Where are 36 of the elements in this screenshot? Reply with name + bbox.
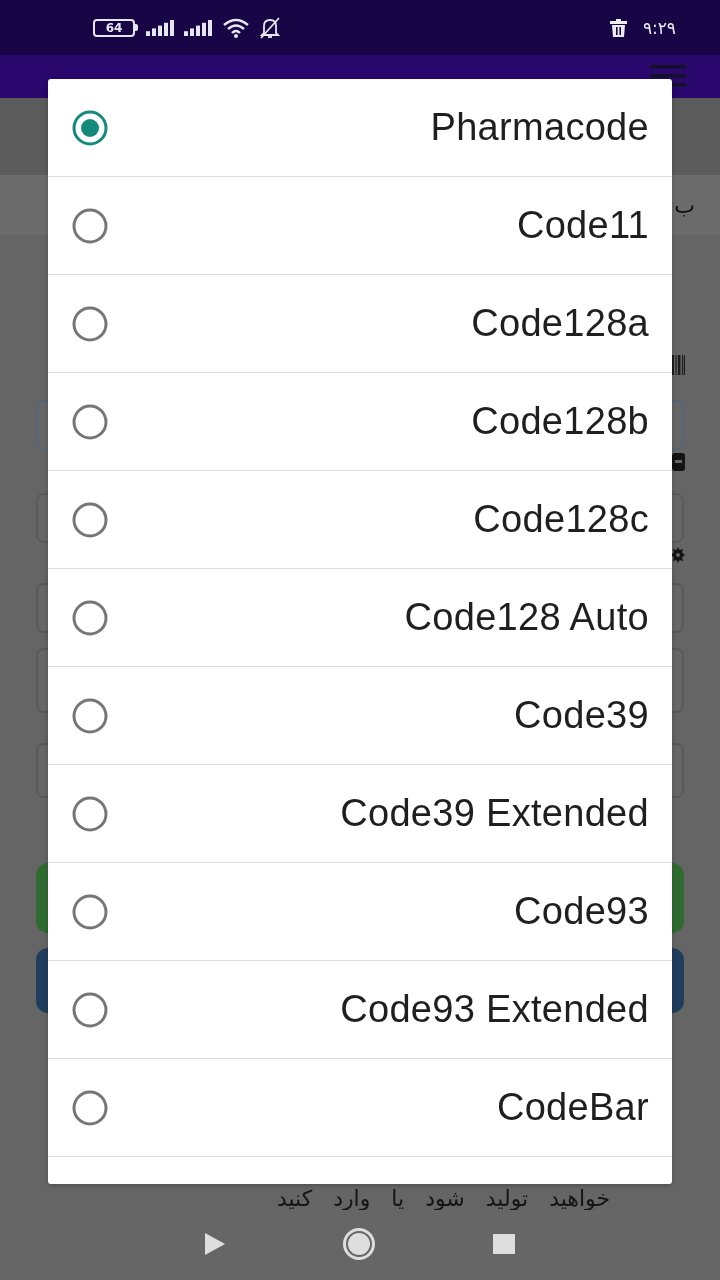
back-icon[interactable] (205, 1233, 225, 1255)
radio-button[interactable] (72, 795, 108, 832)
radio-button[interactable] (72, 697, 108, 734)
option-label[interactable]: Pharmacode (430, 106, 649, 149)
battery-indicator: 64 (93, 18, 138, 37)
option-label[interactable]: Code128 Auto (404, 596, 649, 639)
option-label[interactable]: Code39 (514, 694, 649, 737)
radio-button[interactable] (72, 501, 108, 538)
wifi-icon (222, 17, 250, 38)
home-icon[interactable] (343, 1228, 375, 1260)
signal-icon (146, 19, 176, 36)
option-label[interactable]: Code11 (516, 204, 649, 247)
footer-text: خواهید تولید شود یا وارد کنید (276, 1188, 610, 1210)
option-label[interactable]: Code128b (471, 400, 649, 443)
bell-off-icon (258, 16, 282, 39)
radio-button[interactable] (72, 305, 108, 342)
barcode-icon[interactable] (672, 355, 685, 375)
minus-icon[interactable] (672, 453, 685, 471)
option-label[interactable]: Code128a (471, 302, 649, 345)
radio-button[interactable] (72, 109, 108, 146)
option-label[interactable]: Code128c (473, 498, 649, 541)
notice-text: ب (674, 192, 695, 218)
signal-icon (184, 19, 214, 36)
radio-button[interactable] (72, 893, 108, 930)
clock-time: ۹:۲۹ (642, 17, 676, 38)
radio-button[interactable] (72, 991, 108, 1028)
option-label[interactable]: Code39 Extended (340, 792, 649, 835)
radio-button[interactable] (72, 207, 108, 244)
menu-icon[interactable] (650, 64, 686, 88)
option-label[interactable]: Code93 (514, 890, 649, 933)
radio-button[interactable] (72, 1089, 108, 1126)
option-label[interactable]: CodeBar (496, 1086, 649, 1129)
radio-button[interactable] (72, 403, 108, 440)
trash-icon (609, 18, 627, 37)
option-label[interactable]: Code93 Extended (340, 988, 649, 1031)
radio-button[interactable] (72, 599, 108, 636)
